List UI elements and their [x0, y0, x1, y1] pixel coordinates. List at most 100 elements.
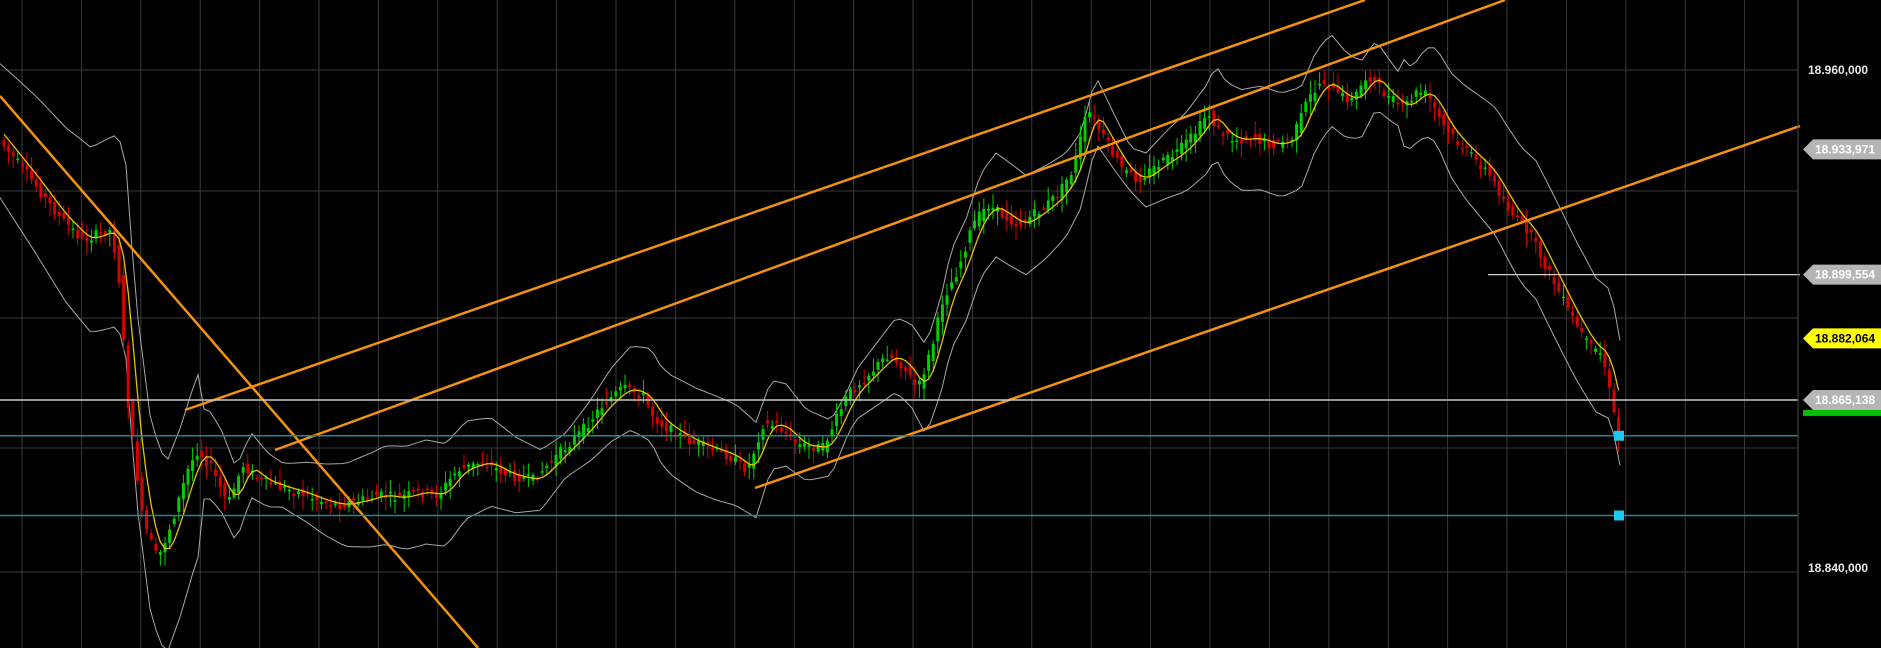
- candle-body: [1511, 206, 1515, 216]
- candle-body: [1134, 172, 1138, 183]
- candle-body: [1313, 92, 1317, 102]
- candle-body: [1442, 113, 1446, 125]
- candle-body: [324, 501, 328, 503]
- candle-body: [876, 361, 880, 370]
- candle-body: [1469, 152, 1473, 154]
- candle-body: [241, 467, 245, 473]
- candle-body: [1143, 177, 1147, 181]
- candle-body: [743, 463, 747, 472]
- candle-body: [43, 192, 47, 197]
- candle-body: [1000, 209, 1004, 218]
- price-tag-label: 18.933,971: [1815, 142, 1875, 156]
- candle-body: [53, 202, 57, 215]
- candle-body: [1419, 92, 1423, 96]
- candle-body: [292, 493, 296, 496]
- candle-body: [1479, 165, 1483, 170]
- candle-body: [1557, 282, 1561, 292]
- candle-body: [1548, 266, 1552, 270]
- candle-body: [34, 179, 38, 187]
- candle-body: [563, 450, 567, 453]
- candle-body: [494, 468, 498, 471]
- candle-body: [692, 440, 696, 443]
- candle-body: [1341, 93, 1345, 96]
- price-tag: 18.899,554: [1803, 264, 1881, 285]
- candle-body: [853, 390, 857, 393]
- candle-body: [559, 447, 563, 459]
- candle-body: [1235, 140, 1239, 142]
- candle-body: [1396, 102, 1400, 105]
- candle-body: [430, 489, 434, 493]
- candle-body: [1483, 167, 1487, 170]
- candle-body: [1069, 175, 1073, 185]
- candle-body: [1120, 156, 1124, 167]
- candle-body: [835, 413, 839, 427]
- candle-body: [1387, 95, 1391, 98]
- candle-body: [1414, 90, 1418, 97]
- candle-body: [522, 477, 526, 479]
- candle-body: [595, 409, 599, 418]
- candle-body: [526, 474, 530, 476]
- candle-body: [1092, 117, 1096, 119]
- price-axis-tick-label: 18.840,000: [1808, 561, 1868, 575]
- candle-body: [954, 277, 958, 282]
- candle-body: [982, 208, 986, 222]
- candle-body: [80, 232, 84, 237]
- candle-body: [812, 448, 816, 452]
- candle-body: [973, 220, 977, 229]
- candle-body: [444, 482, 448, 491]
- candle-body: [761, 429, 765, 440]
- candle-body: [752, 453, 756, 469]
- candle-body: [798, 444, 802, 447]
- candle-body: [1009, 216, 1013, 225]
- candle-body: [1249, 140, 1253, 143]
- candle-body: [977, 211, 981, 227]
- candle-body: [1488, 165, 1492, 176]
- candle-body: [149, 533, 153, 540]
- candle-body: [1129, 168, 1133, 173]
- candle-body: [1161, 157, 1165, 161]
- candle-body: [899, 362, 903, 369]
- candle-body: [614, 391, 618, 397]
- candle-body: [462, 465, 466, 468]
- candle-body: [628, 384, 632, 388]
- candle-body: [457, 471, 461, 477]
- candle-body: [908, 366, 912, 376]
- candle-body: [1571, 311, 1575, 317]
- candle-body: [931, 343, 935, 362]
- candle-body: [1589, 340, 1593, 344]
- candle-body: [968, 230, 972, 243]
- candle-body: [871, 371, 875, 376]
- candle-body: [1520, 216, 1524, 221]
- candle-body: [618, 386, 622, 391]
- candle-body: [375, 491, 379, 496]
- candle-body: [1088, 112, 1092, 118]
- candle-body: [25, 165, 29, 170]
- candle-body: [361, 496, 365, 501]
- candle-body: [1028, 216, 1032, 225]
- candle-body: [1083, 116, 1087, 142]
- candle-body: [1437, 108, 1441, 117]
- candle-body: [388, 491, 392, 494]
- candle-body: [1055, 196, 1059, 199]
- candle-body: [756, 442, 760, 450]
- price-tag: 18.865,138: [1803, 389, 1881, 410]
- candle-body: [1065, 179, 1069, 193]
- candle-body: [214, 469, 218, 476]
- candle-body: [283, 486, 287, 488]
- candle-body: [1138, 175, 1142, 183]
- level-marker: [1614, 510, 1624, 521]
- candle-body: [1460, 147, 1464, 150]
- candle-body: [181, 483, 185, 500]
- candle-body: [398, 492, 402, 496]
- candle-body: [379, 491, 383, 497]
- price-tag-label: 18.882,064: [1815, 331, 1875, 345]
- candle-body: [145, 510, 149, 529]
- price-chart[interactable]: 18.960,000 18.840,000 18.933,971 18.899,5…: [0, 0, 1881, 648]
- candle-body: [1465, 146, 1469, 148]
- candle-body: [1580, 327, 1584, 333]
- candle-body: [1318, 83, 1322, 86]
- candle-body: [591, 419, 595, 422]
- candle-body: [227, 497, 231, 500]
- candle-body: [1023, 219, 1027, 222]
- candle-body: [11, 152, 15, 157]
